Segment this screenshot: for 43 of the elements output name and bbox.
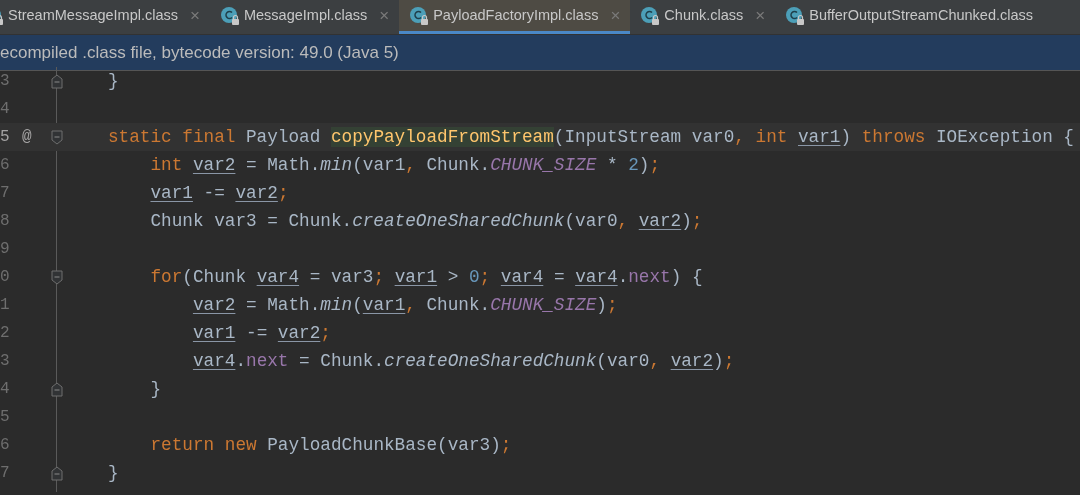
line-number: 0 — [0, 267, 10, 288]
line-number: 6 — [0, 435, 10, 456]
code-line: } — [149, 377, 162, 401]
line-number: 4 — [0, 379, 10, 400]
line-number: 3 — [0, 71, 10, 92]
line-number: 8 — [0, 211, 10, 232]
code-line: var1 -= var2; — [191, 321, 331, 345]
fold-icon[interactable] — [51, 269, 63, 285]
fold-icon[interactable] — [51, 465, 63, 481]
code-line: return new PayloadChunkBase(var3); — [149, 433, 512, 457]
decompiled-banner: ecompiled .class file, bytecode version: 49.0 (Java 5) — [0, 35, 1080, 71]
line-number: 7 — [0, 183, 10, 204]
line-number: 2 — [0, 323, 10, 344]
line-number: 7 — [0, 463, 10, 484]
code-line: for(Chunk var4 = var3; var1 > 0; var4 = var4.next) { — [149, 265, 703, 289]
class-file-icon — [640, 5, 661, 26]
code-line: var1 -= var2; — [149, 181, 289, 205]
code-line: Chunk var3 = Chunk.createOneSharedChunk(var0, var2); — [149, 209, 703, 233]
line-number: 9 — [0, 239, 10, 260]
code-line: } — [108, 69, 119, 93]
editor-tab[interactable]: Chunk.class × — [630, 0, 776, 34]
editor-tab[interactable]: MessageImpl.class × — [209, 0, 400, 34]
code-line: static final Payload copyPayloadFromStream(InputStream var0, int var1) throws IOException { — [108, 125, 1074, 149]
fold-icon[interactable] — [51, 129, 63, 145]
editor-tab[interactable]: PayloadFactoryImpl.class × — [399, 0, 631, 34]
class-file-icon — [409, 5, 430, 26]
line-number: 1 — [0, 295, 10, 316]
class-file-icon — [785, 5, 806, 26]
override-marker[interactable]: @ — [22, 125, 32, 149]
line-number: 5 — [0, 127, 10, 148]
line-number: 4 — [0, 99, 10, 120]
code-line: int var2 = Math.min(var1, Chunk.CHUNK_SIZE * 2); — [149, 153, 661, 177]
editor-tab[interactable]: BufferOutputStreamChunked.class — [775, 0, 1044, 34]
line-number: 5 — [0, 407, 10, 428]
code-line: } — [108, 461, 119, 485]
code-line: var2 = Math.min(var1, Chunk.CHUNK_SIZE); — [191, 293, 618, 317]
fold-icon[interactable] — [51, 381, 63, 397]
line-number: 3 — [0, 351, 10, 372]
code-line: var4.next = Chunk.createOneSharedChunk(var0, var2); — [191, 349, 735, 373]
editor-tab[interactable]: StreamMessageImpl.class × — [0, 0, 210, 34]
class-file-icon — [219, 5, 240, 26]
fold-icon[interactable] — [51, 73, 63, 89]
line-number: 6 — [0, 155, 10, 176]
